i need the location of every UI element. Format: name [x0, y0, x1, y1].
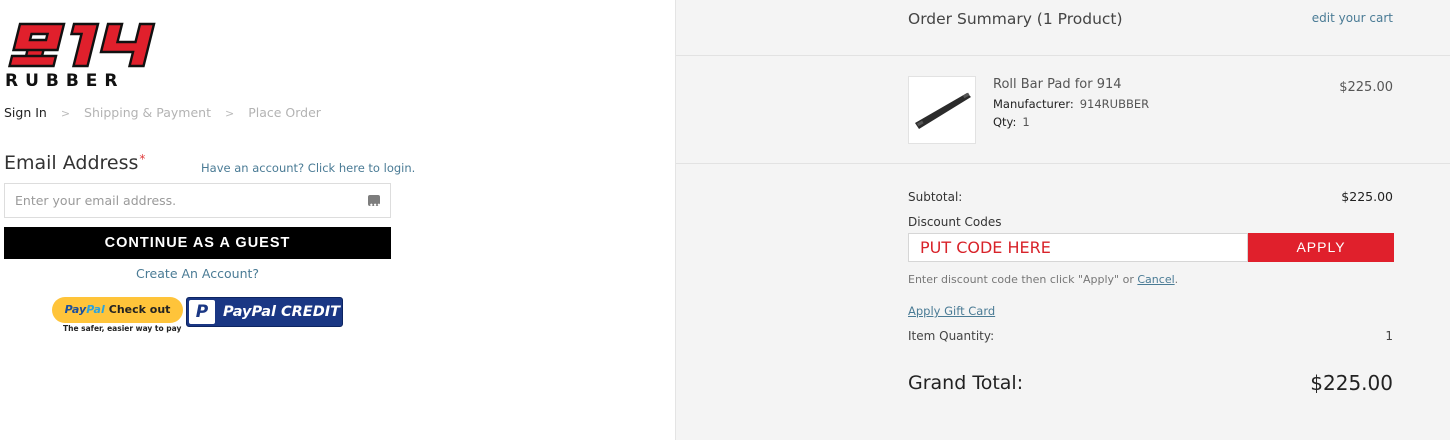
manufacturer-label: Manufacturer: [993, 97, 1074, 111]
email-label: Email Address* [4, 152, 145, 174]
apply-discount-button[interactable]: APPLY [1248, 233, 1394, 262]
required-asterisk: * [139, 152, 146, 166]
discount-help-text: Enter discount code then click "Apply" o… [908, 273, 1178, 286]
paypal-checkout-button[interactable]: PayPal Check out [52, 297, 183, 323]
product-qty: Qty: 1 [993, 115, 1030, 129]
continue-as-guest-button[interactable]: CONTINUE AS A GUEST [4, 227, 391, 259]
qty-value: 1 [1022, 115, 1030, 129]
item-quantity-value: 1 [1385, 329, 1393, 343]
brand-logo[interactable]: RUBBER [3, 20, 196, 91]
email-input[interactable]: Enter your email address. [4, 183, 391, 222]
login-link[interactable]: Have an account? Click here to login. [201, 161, 415, 175]
cancel-discount-link[interactable]: Cancel [1137, 273, 1174, 286]
paypal-pay-text: Pay [64, 303, 87, 316]
paypal-credit-label: PayPal CREDIT [223, 304, 341, 320]
manufacturer-value: 914RUBBER [1079, 97, 1150, 111]
discount-codes-label: Discount Codes [908, 215, 1002, 229]
order-summary-title: Order Summary (1 Product) [908, 10, 1123, 28]
item-quantity-label: Item Quantity: [908, 329, 995, 343]
breadcrumb-place-order[interactable]: Place Order [248, 105, 321, 120]
logo-wordmark: RUBBER [5, 71, 125, 91]
paypal-pal-text: Pal [86, 303, 105, 316]
breadcrumb-separator: > [60, 107, 71, 120]
subtotal-label: Subtotal: [908, 190, 963, 204]
logo-914-mark [7, 22, 156, 68]
subtotal-value: $225.00 [1341, 189, 1393, 204]
checkout-left-panel: RUBBER Sign In > Shipping & Payment > Pl… [0, 0, 675, 440]
discount-code-input[interactable]: PUT CODE HERE [908, 233, 1248, 262]
paypal-p-icon: P [189, 300, 215, 324]
product-price: $225.00 [1339, 80, 1393, 95]
roll-bar-pad-image [915, 92, 971, 129]
create-account-link[interactable]: Create An Account? [4, 266, 391, 281]
breadcrumb-shipping-payment[interactable]: Shipping & Payment [84, 105, 211, 120]
email-placeholder: Enter your email address. [15, 193, 177, 208]
breadcrumb-sign-in[interactable]: Sign In [4, 105, 47, 120]
paypal-tagline: The safer, easier way to pay [63, 324, 182, 333]
keyboard-autofill-icon[interactable] [368, 189, 380, 222]
product-name[interactable]: Roll Bar Pad for 914 [993, 77, 1122, 92]
paypal-credit-button[interactable]: P PayPal CREDIT [186, 297, 343, 327]
checkout-breadcrumb: Sign In > Shipping & Payment > Place Ord… [4, 105, 321, 120]
order-summary-panel: Order Summary (1 Product) edit your cart… [675, 0, 1450, 440]
divider [676, 163, 1450, 164]
apply-gift-card-link[interactable]: Apply Gift Card [908, 304, 995, 318]
product-thumbnail[interactable] [908, 76, 976, 144]
grand-total-value: $225.00 [1310, 371, 1393, 395]
paypal-checkout-label: Check out [108, 303, 171, 316]
divider [676, 55, 1450, 56]
breadcrumb-separator: > [224, 107, 235, 120]
edit-cart-link[interactable]: edit your cart [1312, 11, 1393, 25]
grand-total-label: Grand Total: [908, 372, 1024, 394]
product-manufacturer: Manufacturer: 914RUBBER [993, 97, 1149, 111]
email-label-text: Email Address [4, 152, 139, 174]
qty-label: Qty: [993, 115, 1017, 129]
discount-help-label: Enter discount code then click "Apply" o… [908, 273, 1134, 286]
help-period: . [1174, 273, 1179, 286]
